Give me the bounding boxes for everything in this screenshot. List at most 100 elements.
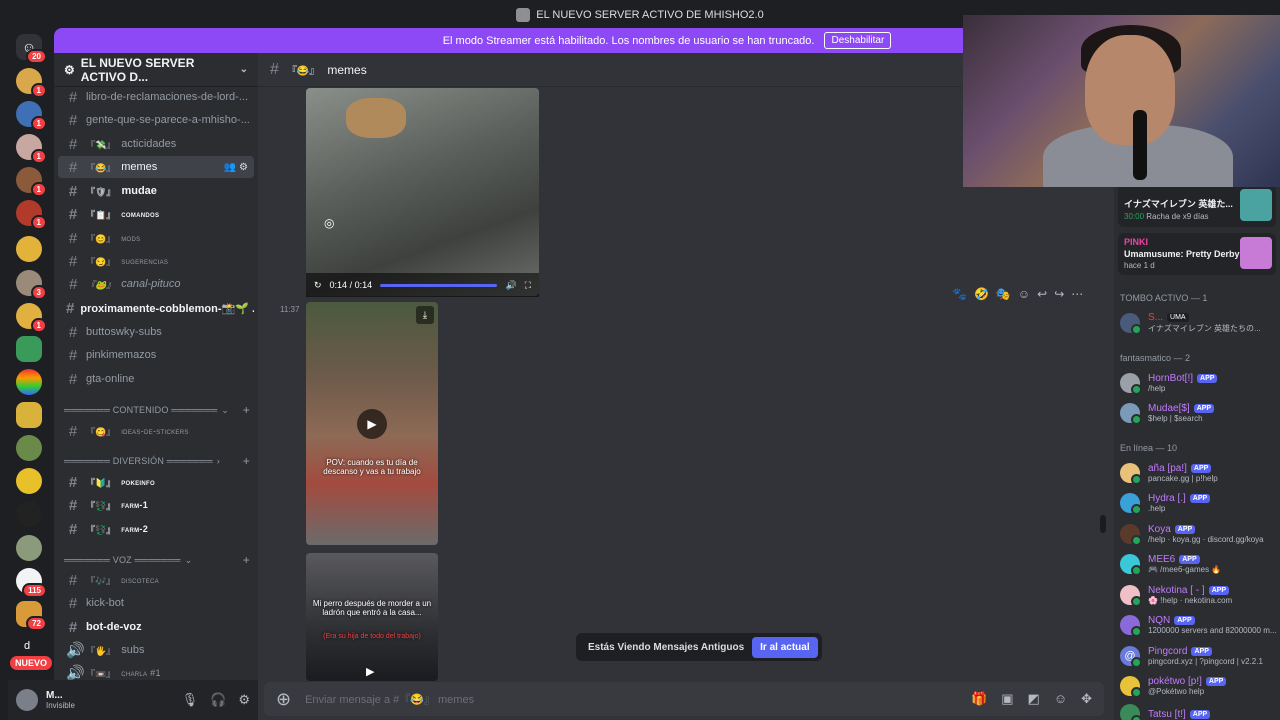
reaction-icon[interactable]: 🤣: [974, 287, 989, 301]
replay-icon[interactable]: ↻: [314, 280, 322, 291]
channel-item[interactable]: # 『💱』 farm-2: [58, 518, 254, 540]
member-item[interactable]: Hydra [.] APP .help: [1120, 488, 1278, 518]
add-attachment-icon[interactable]: ⊕: [276, 689, 291, 710]
reaction-icon[interactable]: 🐾: [952, 287, 967, 301]
gear-icon[interactable]: ⚙: [238, 692, 250, 708]
fullscreen-icon[interactable]: ⛶: [525, 280, 531, 291]
server-icon[interactable]: 72: [16, 601, 47, 631]
new-badge[interactable]: NUEVO: [10, 656, 53, 670]
member-item[interactable]: pokétwo [p!] APP @Pokétwo help: [1120, 671, 1278, 701]
channel-item[interactable]: # 『🔰』 pokeinfo: [58, 471, 254, 493]
member-item[interactable]: Tatsu [t!] APP: [1120, 699, 1278, 720]
member-item[interactable]: Koya APP /help · koya.gg · discord.gg/koy…: [1120, 519, 1278, 549]
activity-card[interactable]: イナズマイレブン 英雄た... 30:00 Racha de x9 días: [1118, 185, 1276, 227]
emoji-icon[interactable]: ☺: [1054, 691, 1067, 707]
app-badge: APP: [1179, 555, 1200, 564]
channel-item[interactable]: # buttoswky-subs: [58, 321, 254, 343]
channel-item[interactable]: # libro-de-reclamaciones-de-lord-...: [58, 86, 254, 108]
video-attachment[interactable]: Mi perro después de morder a un ladrón q…: [306, 553, 438, 681]
category-contenido[interactable]: ═══════ CONTENIDO ═══════ ⌄ +: [64, 402, 250, 418]
reply-icon[interactable]: ↩: [1037, 287, 1047, 301]
server-icon[interactable]: 1: [16, 303, 47, 333]
reaction-icon[interactable]: 🎭: [996, 287, 1011, 301]
channel-item-active[interactable]: # 『😂』 memes 👥 ⚙: [58, 156, 254, 178]
member-name: S...: [1148, 312, 1164, 323]
channel-emoji: 『😊』: [86, 233, 116, 244]
channel-item[interactable]: # bot-de-voz: [58, 616, 254, 638]
microphone-icon[interactable]: 🎙: [182, 692, 199, 708]
channel-item[interactable]: # 『🛡』 mudae: [58, 180, 254, 202]
server-icon[interactable]: 1: [16, 167, 47, 197]
guild-header[interactable]: ⚙ EL NUEVO SERVER ACTIVO D... ⌄: [54, 53, 258, 87]
video-attachment[interactable]: ◎: [306, 88, 539, 296]
channel-item[interactable]: # gta-online: [58, 368, 254, 390]
server-icon[interactable]: 1: [16, 200, 47, 230]
apps-icon[interactable]: ✥: [1081, 691, 1092, 707]
video-progress-bar[interactable]: [380, 283, 498, 287]
server-icon[interactable]: [16, 336, 42, 362]
add-channel-icon[interactable]: +: [243, 454, 250, 468]
jump-to-present-button[interactable]: Ir al actual: [752, 636, 818, 658]
channel-item[interactable]: # proximamente-cobblemon-📸🌱 ...: [58, 297, 254, 319]
channel-settings-icons[interactable]: 👥 ⚙: [224, 162, 248, 173]
server-icon[interactable]: [16, 402, 42, 428]
server-icon[interactable]: 115: [16, 568, 47, 598]
channel-item[interactable]: # 『🎶』 discoteca: [58, 569, 254, 591]
more-icon[interactable]: ⋯: [1071, 287, 1083, 301]
home-button[interactable]: ☺ 20: [16, 34, 47, 64]
server-icon[interactable]: [16, 501, 42, 527]
channel-item[interactable]: # 『📋』 comandos: [58, 203, 254, 225]
category-diversion[interactable]: ═══════ DIVERSIÓN ═══════ › +: [64, 453, 250, 469]
server-icon[interactable]: [16, 236, 42, 262]
channel-item[interactable]: # 『💱』 farm-1: [58, 494, 254, 516]
server-icon[interactable]: 1: [16, 101, 47, 131]
voice-channel-item[interactable]: 🔊 『🖐』 subs: [58, 639, 254, 661]
server-icon[interactable]: 3: [16, 270, 47, 300]
channel-name: charla #1: [121, 668, 161, 678]
member-item[interactable]: aña [pa!] APP pancake.gg | p!help: [1120, 458, 1278, 488]
play-icon[interactable]: ▶: [357, 408, 387, 439]
channel-item[interactable]: # pinkimemazos: [58, 344, 254, 366]
server-icon[interactable]: [16, 468, 42, 494]
server-icon[interactable]: 1: [16, 134, 47, 164]
avatar[interactable]: [16, 689, 38, 711]
add-reaction-icon[interactable]: ☺: [1018, 287, 1030, 301]
channel-item[interactable]: # 『😏』 sugerencias: [58, 250, 254, 272]
channel-item[interactable]: # 『🐸』 canal-pituco: [58, 273, 254, 295]
server-letter[interactable]: d: [24, 640, 30, 652]
volume-icon[interactable]: 🔊: [505, 280, 516, 291]
activity-card[interactable]: PINKI Umamusume: Pretty Derby hace 1 d: [1118, 233, 1276, 275]
server-icon[interactable]: [16, 535, 42, 561]
member-item[interactable]: Mudae[$] APP $help | $search: [1120, 398, 1278, 428]
scrollbar-thumb[interactable]: [1100, 515, 1106, 533]
gif-icon[interactable]: ▣: [1001, 691, 1013, 707]
member-item[interactable]: MEE6 APP 🎮 /mee6-games 🔥: [1120, 549, 1278, 579]
channel-item[interactable]: # gente-que-se-parece-a-mhisho-...: [58, 109, 254, 131]
sticker-icon[interactable]: ◩: [1028, 691, 1040, 707]
channel-item[interactable]: # 『😋』 ideas-de-stickers: [58, 420, 254, 442]
member-item[interactable]: @ Pingcord APP pingcord.xyz | ?pingcord |…: [1120, 641, 1278, 671]
play-icon[interactable]: ▶: [366, 665, 374, 678]
member-item[interactable]: S... UMA イナズマイレブン 英雄たちの...: [1120, 308, 1278, 338]
channel-item[interactable]: # 『💸』 acticidades: [58, 133, 254, 155]
server-icon[interactable]: [16, 369, 42, 395]
download-icon[interactable]: ⤓: [416, 306, 434, 324]
gift-icon[interactable]: 🎁: [971, 691, 987, 707]
message-composer: ⊕ Enviar mensaje a #『😂』 memes 🎁 ▣ ◩ ☺ ✥: [264, 682, 1104, 716]
disable-streamer-button[interactable]: Deshabilitar: [824, 32, 892, 49]
channel-item[interactable]: # 『😊』 mods: [58, 227, 254, 249]
forward-icon[interactable]: ↪: [1054, 287, 1064, 301]
hash-icon: #: [68, 571, 78, 589]
message-input[interactable]: Enviar mensaje a #『😂』 memes: [305, 691, 474, 707]
member-item[interactable]: HornBot[!] APP /help: [1120, 368, 1278, 398]
member-item[interactable]: NQN APP 1200000 servers and 82000000 m...: [1120, 610, 1278, 640]
add-channel-icon[interactable]: +: [243, 553, 250, 567]
headphones-icon[interactable]: 🎧: [210, 692, 226, 708]
add-channel-icon[interactable]: +: [243, 403, 250, 417]
channel-item[interactable]: # kick-bot: [58, 592, 254, 614]
server-icon[interactable]: 1: [16, 68, 47, 98]
server-icon[interactable]: [16, 435, 42, 461]
video-attachment[interactable]: ⤓ ▶ POV: cuando es tu día de descanso y …: [306, 302, 438, 545]
member-item[interactable]: Nekotina [ - ] APP 🌸 !help · nekotina.com: [1120, 580, 1278, 610]
category-voz[interactable]: ═══════ VOZ ═══════ ⌄ +: [64, 552, 250, 568]
